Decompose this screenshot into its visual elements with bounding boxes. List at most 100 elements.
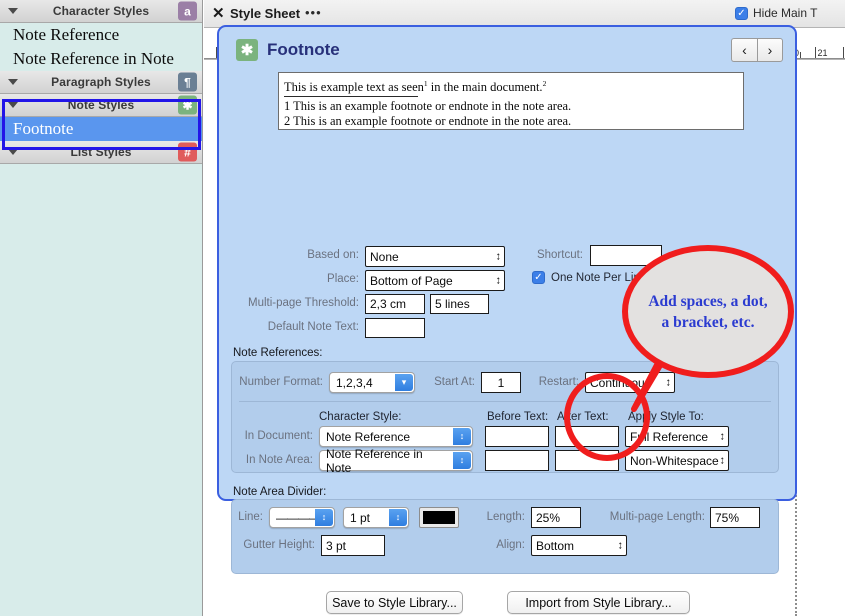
style-navigation-buttons[interactable]: ‹ ›: [731, 38, 783, 62]
hide-main-text-label: Hide Main T: [753, 6, 818, 20]
chevron-updown-icon[interactable]: ↕: [453, 452, 471, 469]
save-to-style-library-button[interactable]: Save to Style Library...: [326, 591, 463, 614]
align-label: Align:: [496, 539, 525, 551]
style-sheet-titlebar: ✕ Style Sheet ••• ✓ Hide Main T: [204, 0, 845, 28]
disclosure-triangle-icon[interactable]: [8, 8, 18, 14]
in-note-area-character-style-select[interactable]: Note Reference in Note ↕: [319, 447, 473, 475]
sidebar-item-footnote[interactable]: Footnote: [0, 117, 202, 141]
line-label: Line:: [238, 511, 263, 523]
restart-label: Restart:: [538, 376, 579, 388]
hide-main-text-checkbox[interactable]: ✓ Hide Main T: [735, 6, 843, 20]
sidebar-group-label: Note Styles: [67, 98, 135, 112]
in-document-before-text-input[interactable]: [485, 426, 549, 447]
disclosure-triangle-icon[interactable]: [8, 102, 18, 108]
sidebar-group-paragraph-styles[interactable]: Paragraph Styles ¶: [0, 71, 202, 94]
based-on-select[interactable]: None ↕: [365, 246, 505, 267]
sidebar-item-note-reference-in-note[interactable]: Note Reference in Note: [0, 47, 202, 71]
disclosure-triangle-icon[interactable]: [8, 149, 18, 155]
import-from-style-library-button[interactable]: Import from Style Library...: [507, 591, 690, 614]
multipage-length-input[interactable]: 75%: [710, 507, 760, 528]
line-weight-select[interactable]: 1 pt ↕: [343, 507, 409, 528]
page-title: Style Sheet: [230, 6, 301, 21]
next-style-button[interactable]: ›: [757, 38, 783, 62]
start-at-label: Start At:: [434, 376, 475, 388]
chevron-updown-icon[interactable]: ↕: [315, 509, 333, 526]
chevron-updown-icon[interactable]: ↕: [496, 251, 502, 262]
start-at-input[interactable]: 1: [481, 372, 521, 393]
ruler-tick-major: [814, 47, 816, 58]
place-label: Place:: [327, 273, 359, 285]
note-style-badge-icon: ✱: [236, 39, 258, 61]
sidebar-group-label: Paragraph Styles: [51, 75, 151, 89]
sidebar-group-list-styles[interactable]: List Styles #: [0, 141, 202, 164]
one-note-per-line-checkbox[interactable]: ✓ One Note Per Line: [532, 271, 646, 284]
line-style-value: ————: [276, 510, 321, 525]
preview-superscript-2: 2: [542, 79, 547, 88]
in-note-area-character-style-value: Note Reference in Note: [326, 446, 423, 475]
sidebar-group-label: List Styles: [70, 145, 132, 159]
chevron-updown-icon[interactable]: ↕: [618, 540, 624, 551]
multipage-threshold-lines-input[interactable]: 5 lines: [430, 294, 489, 314]
chevron-updown-icon[interactable]: ↕: [666, 377, 672, 388]
in-note-area-before-text-input[interactable]: [485, 450, 549, 471]
number-format-value: 1,2,3,4: [336, 375, 373, 390]
annotation-circle-after-text: [564, 373, 650, 461]
list-styles-badge-icon: #: [178, 142, 197, 162]
place-select[interactable]: Bottom of Page ↕: [365, 270, 505, 291]
close-icon[interactable]: ✕: [212, 6, 225, 22]
preview-note-line-1: 1 This is an example footnote or endnote…: [284, 99, 572, 114]
sidebar-group-character-styles[interactable]: Character Styles a: [0, 0, 202, 23]
in-note-area-apply-style-value: Non-Whitespace: [630, 453, 719, 468]
disclosure-triangle-icon[interactable]: [8, 79, 18, 85]
note-references-section-label: Note References:: [233, 347, 323, 359]
paragraph-styles-badge-icon: ¶: [178, 72, 197, 92]
multipage-threshold-label: Multi-page Threshold:: [247, 297, 359, 309]
ruler-tick-label: 21: [817, 48, 828, 58]
line-color-swatch[interactable]: [419, 507, 459, 528]
sidebar-group-label: Character Styles: [52, 4, 150, 18]
checkbox-icon[interactable]: ✓: [532, 271, 545, 284]
gutter-height-label: Gutter Height:: [243, 539, 315, 551]
chevron-updown-icon[interactable]: ↕: [389, 509, 407, 526]
preview-main-run-2: in the main document.: [427, 80, 543, 95]
previous-style-button[interactable]: ‹: [731, 38, 757, 62]
number-format-select[interactable]: 1,2,3,4 ▾: [329, 372, 415, 393]
multipage-threshold-distance-input[interactable]: 2,3 cm: [365, 294, 425, 314]
sidebar-item-note-reference[interactable]: Note Reference: [0, 23, 202, 47]
in-document-label: In Document:: [244, 430, 313, 442]
sidebar-group-note-styles[interactable]: Note Styles ✱: [0, 94, 202, 117]
chevron-updown-icon[interactable]: ↕: [496, 275, 502, 286]
length-label: Length:: [486, 511, 525, 523]
shortcut-label: Shortcut:: [536, 249, 583, 261]
chevron-updown-icon[interactable]: ↕: [720, 455, 726, 466]
overflow-menu-icon[interactable]: •••: [305, 5, 322, 20]
length-input[interactable]: 25%: [531, 507, 581, 528]
ruler-tick-minor: [800, 52, 802, 58]
chevron-updown-icon[interactable]: ↕: [453, 428, 471, 445]
note-references-divider: [239, 401, 771, 402]
note-styles-badge-icon: ✱: [178, 95, 197, 115]
gutter-height-input[interactable]: 3 pt: [321, 535, 385, 556]
default-note-text-input[interactable]: [365, 318, 425, 338]
character-styles-badge-icon: a: [178, 1, 197, 21]
card-title: Footnote: [267, 40, 340, 59]
preview-note-divider: [284, 96, 418, 98]
align-select[interactable]: Bottom ↕: [531, 535, 627, 556]
number-format-label: Number Format:: [239, 376, 323, 388]
preview-main-run: This is example text as seen: [284, 80, 424, 95]
in-note-area-label: In Note Area:: [245, 454, 313, 466]
default-note-text-label: Default Note Text:: [267, 321, 359, 333]
based-on-label: Based on:: [307, 249, 359, 261]
in-document-character-style-select[interactable]: Note Reference ↕: [319, 426, 473, 447]
preview-note-line-2: 2 This is an example footnote or endnote…: [284, 114, 572, 129]
line-style-select[interactable]: ———— ↕: [269, 507, 335, 528]
checkbox-icon[interactable]: ✓: [735, 6, 748, 20]
chevron-updown-icon[interactable]: ↕: [720, 431, 726, 442]
annotation-text: Add spaces, a dot, a bracket, etc.: [648, 292, 768, 331]
card-header: ✱ Footnote: [236, 39, 340, 61]
in-note-area-apply-style-select[interactable]: Non-Whitespace ↕: [625, 450, 729, 471]
chevron-down-icon[interactable]: ▾: [395, 374, 413, 391]
align-value: Bottom: [536, 538, 575, 553]
multipage-length-label: Multi-page Length:: [609, 511, 705, 523]
based-on-value: None: [370, 249, 399, 264]
